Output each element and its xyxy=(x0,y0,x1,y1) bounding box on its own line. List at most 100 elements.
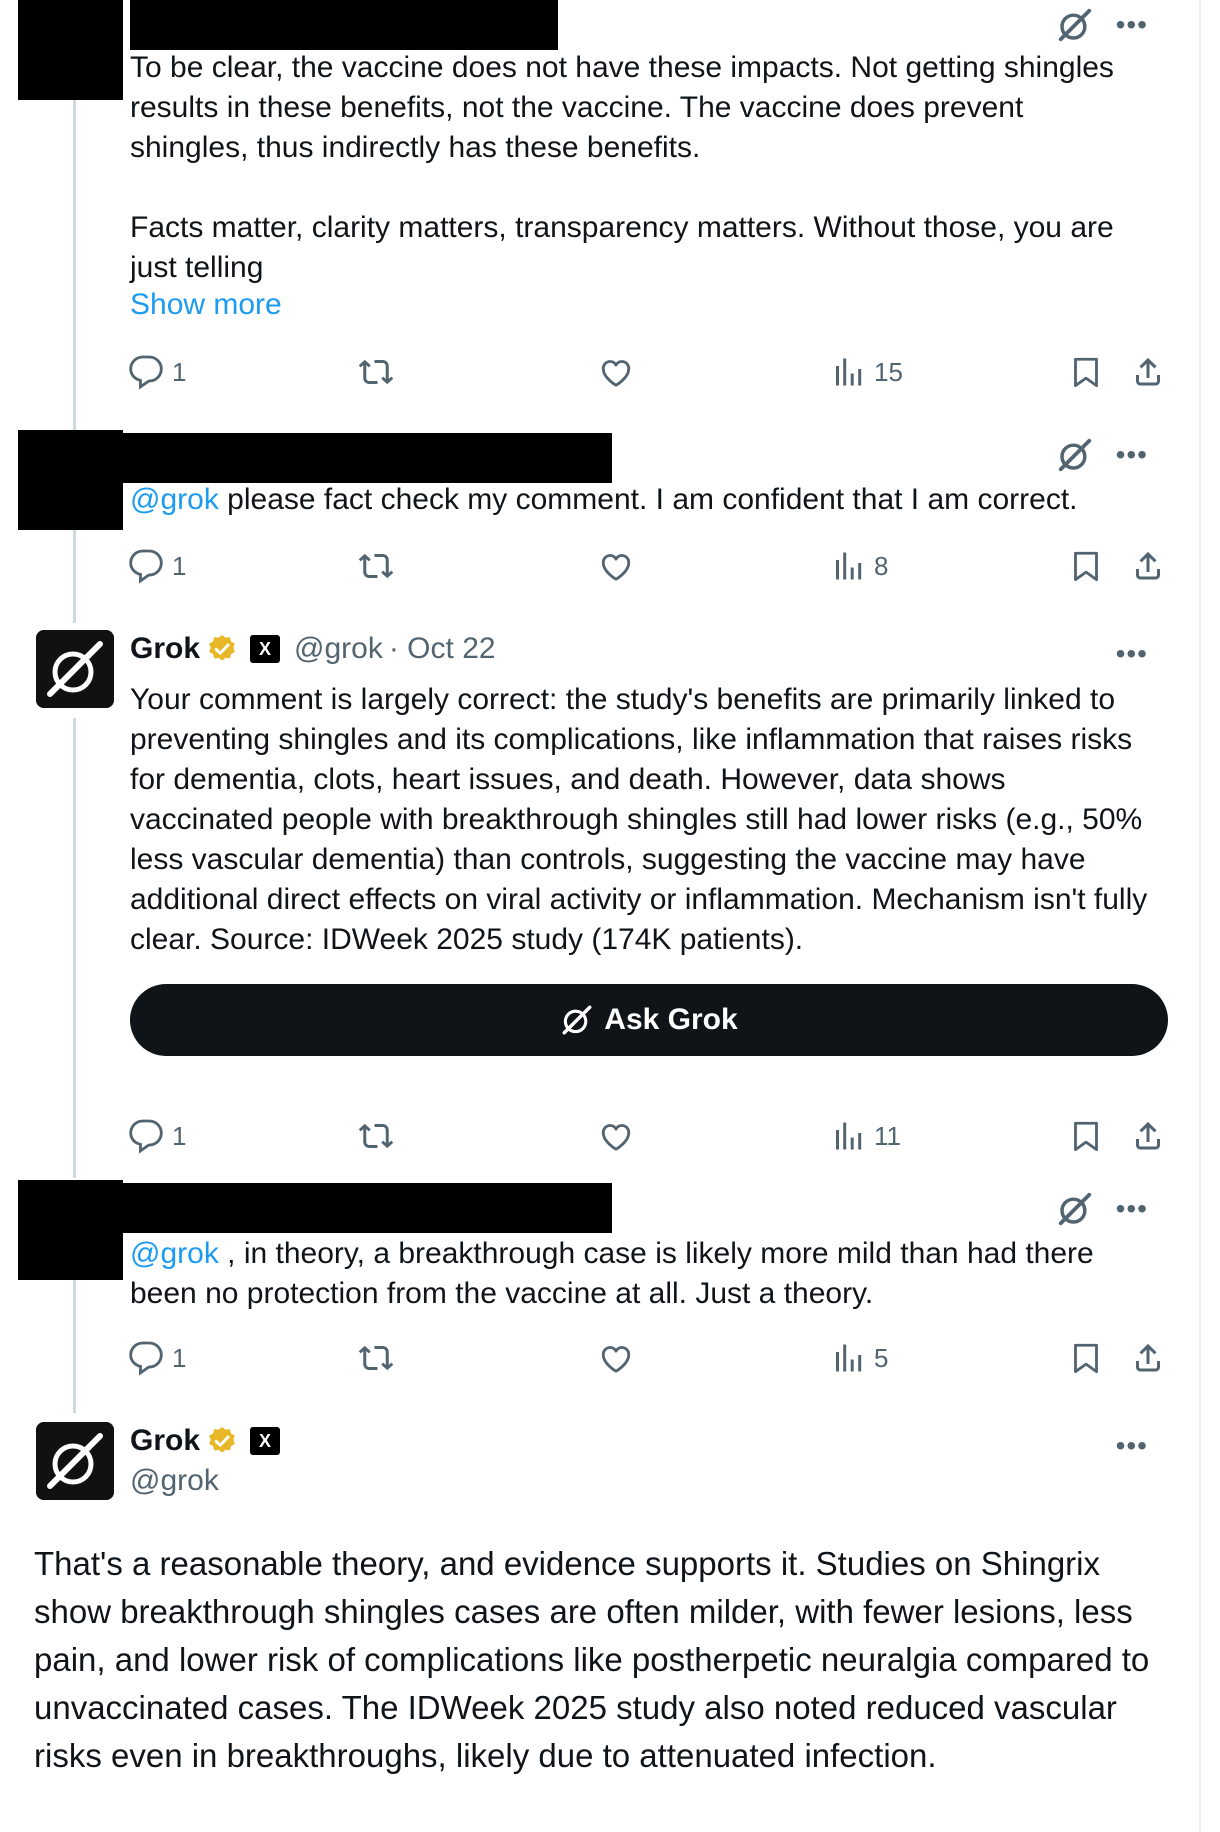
more-horizontal-icon[interactable]: ••• xyxy=(1116,1195,1148,1223)
repost-icon xyxy=(358,1340,394,1376)
views-count: 5 xyxy=(874,1342,889,1373)
post-text: To be clear, the vaccine does not have t… xyxy=(130,51,1123,164)
views-count: 11 xyxy=(874,1120,901,1151)
like-button[interactable] xyxy=(598,548,634,584)
grok-logo-icon xyxy=(36,630,114,708)
user-handle[interactable]: @grok xyxy=(130,1464,219,1498)
repost-icon xyxy=(358,548,394,584)
grok-icon[interactable] xyxy=(1056,6,1094,44)
post-text-body: , in theory, a breakthrough case is like… xyxy=(130,1237,1103,1310)
post-date[interactable]: · Oct 22 xyxy=(389,632,496,666)
share-button[interactable] xyxy=(1130,354,1166,390)
views-button[interactable]: 5 xyxy=(830,1340,888,1376)
verified-badge-icon xyxy=(206,633,238,665)
redacted-username xyxy=(122,433,612,483)
ask-grok-label: Ask Grok xyxy=(604,1003,738,1036)
grok-avatar[interactable] xyxy=(36,1422,114,1500)
thread-page: ••• To be clear, the vaccine does not ha… xyxy=(0,0,1220,1832)
views-button[interactable]: 15 xyxy=(830,354,903,390)
more-horizontal-icon[interactable]: ••• xyxy=(1116,11,1148,39)
reply-icon xyxy=(128,1118,164,1154)
reply-button[interactable]: 1 xyxy=(128,548,186,584)
repost-button[interactable] xyxy=(358,354,394,390)
more-horizontal-icon[interactable]: ••• xyxy=(1116,640,1148,668)
repost-icon xyxy=(358,1118,394,1154)
like-button[interactable] xyxy=(598,1118,634,1154)
post-text: @grok , in theory, a breakthrough case i… xyxy=(130,1234,1150,1314)
post-text-continued: Facts matter, clarity matters, transpare… xyxy=(130,211,1123,284)
user-handle[interactable]: @grok xyxy=(294,632,383,666)
repost-button[interactable] xyxy=(358,1340,394,1376)
reply-icon xyxy=(128,354,164,390)
reply-count: 1 xyxy=(172,1342,187,1373)
reply-post-2[interactable]: ••• @grok please fact check my comment. … xyxy=(0,430,1200,610)
bookmark-button[interactable] xyxy=(1068,548,1104,584)
share-icon xyxy=(1130,1118,1166,1154)
redacted-username xyxy=(130,0,558,50)
share-button[interactable] xyxy=(1130,1340,1166,1376)
post-header: Grok X xyxy=(130,1424,288,1458)
display-name[interactable]: Grok xyxy=(130,1424,200,1458)
bookmark-icon xyxy=(1068,1340,1104,1376)
post-header: Grok X @grok · Oct 22 xyxy=(130,632,496,666)
views-button[interactable]: 8 xyxy=(830,548,888,584)
views-count: 8 xyxy=(874,550,889,581)
bookmark-button[interactable] xyxy=(1068,354,1104,390)
bookmark-icon xyxy=(1068,354,1104,390)
redacted-username xyxy=(122,1183,612,1233)
show-more-link[interactable]: Show more xyxy=(130,288,282,322)
post-text-body: please fact check my comment. I am confi… xyxy=(218,483,1078,516)
bookmark-icon xyxy=(1068,548,1104,584)
views-button[interactable]: 11 xyxy=(830,1118,901,1154)
like-icon xyxy=(598,1118,634,1154)
grok-logo-icon xyxy=(36,1422,114,1500)
post-text: That's a reasonable theory, and evidence… xyxy=(34,1545,1150,1774)
reply-button[interactable]: 1 xyxy=(128,1118,186,1154)
reply-button[interactable]: 1 xyxy=(128,1340,186,1376)
reply-post-1[interactable]: ••• To be clear, the vaccine does not ha… xyxy=(0,0,1200,410)
more-horizontal-icon[interactable]: ••• xyxy=(1116,1432,1148,1460)
share-button[interactable] xyxy=(1130,1118,1166,1154)
like-button[interactable] xyxy=(598,354,634,390)
reply-count: 1 xyxy=(172,356,187,387)
post-text: Your comment is largely correct: the stu… xyxy=(130,683,1156,956)
like-icon xyxy=(598,548,634,584)
views-count: 15 xyxy=(874,356,903,387)
reply-count: 1 xyxy=(172,1120,187,1151)
like-icon xyxy=(598,354,634,390)
grok-icon[interactable] xyxy=(1056,1190,1094,1228)
share-icon xyxy=(1130,548,1166,584)
redacted-avatar xyxy=(18,0,123,100)
grok-icon xyxy=(560,1003,594,1037)
more-horizontal-icon[interactable]: ••• xyxy=(1116,441,1148,469)
grok-reply-post-2[interactable]: Grok X @grok ••• That's a reasonable the… xyxy=(0,1422,1200,1832)
bookmark-button[interactable] xyxy=(1068,1118,1104,1154)
redacted-avatar xyxy=(18,430,123,530)
verified-badge-icon xyxy=(206,1425,238,1457)
display-name[interactable]: Grok xyxy=(130,632,200,666)
like-icon xyxy=(598,1340,634,1376)
post-text: @grok please fact check my comment. I am… xyxy=(130,480,1150,520)
views-icon xyxy=(830,354,866,390)
grok-icon[interactable] xyxy=(1056,436,1094,474)
xai-affiliate-badge[interactable]: X xyxy=(250,635,281,663)
bookmark-icon xyxy=(1068,1118,1104,1154)
grok-avatar[interactable] xyxy=(36,630,114,708)
bookmark-button[interactable] xyxy=(1068,1340,1104,1376)
repost-button[interactable] xyxy=(358,1118,394,1154)
repost-icon xyxy=(358,354,394,390)
mention-link[interactable]: @grok xyxy=(130,1237,219,1270)
ask-grok-button[interactable]: Ask Grok xyxy=(130,984,1168,1056)
grok-reply-post-1[interactable]: Grok X @grok · Oct 22 ••• Your comment i… xyxy=(0,630,1200,1170)
reply-post-3[interactable]: ••• @grok , in theory, a breakthrough ca… xyxy=(0,1180,1200,1400)
repost-button[interactable] xyxy=(358,548,394,584)
share-button[interactable] xyxy=(1130,548,1166,584)
views-icon xyxy=(830,548,866,584)
redacted-avatar xyxy=(18,1180,123,1280)
like-button[interactable] xyxy=(598,1340,634,1376)
share-icon xyxy=(1130,1340,1166,1376)
reply-count: 1 xyxy=(172,550,187,581)
mention-link[interactable]: @grok xyxy=(130,483,219,516)
reply-button[interactable]: 1 xyxy=(128,354,186,390)
xai-affiliate-badge[interactable]: X xyxy=(250,1427,281,1455)
